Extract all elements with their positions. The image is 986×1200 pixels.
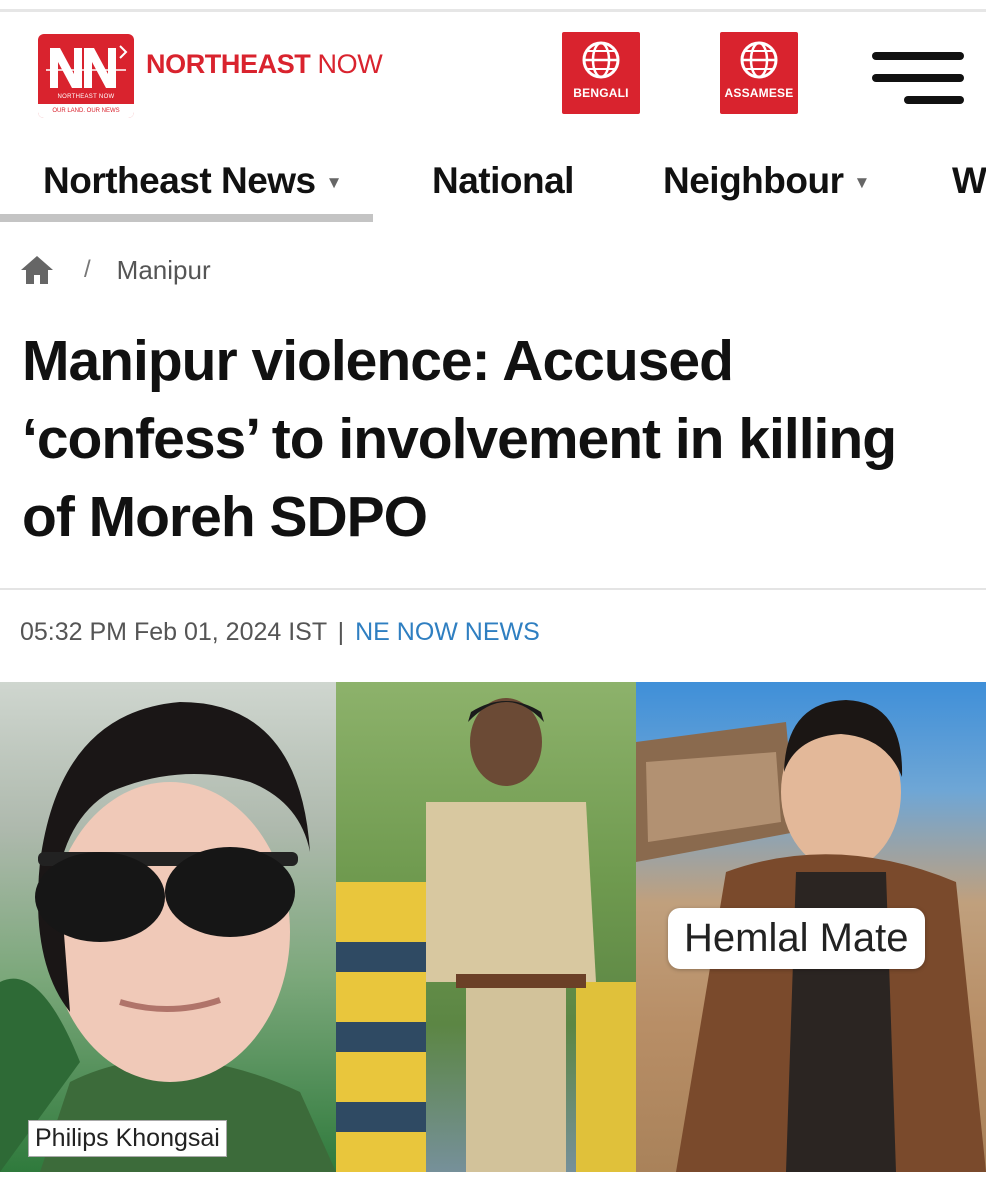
menu-bar-icon [904, 96, 964, 104]
person-illustration [0, 702, 336, 1172]
bengali-edition-button[interactable]: BENGALI [562, 32, 640, 114]
breadcrumb-category[interactable]: Manipur [117, 255, 211, 286]
caption-right: Hemlal Mate [668, 908, 925, 969]
nav-item-national[interactable]: National [432, 160, 574, 202]
nav-item-label: Northeast News [43, 160, 316, 201]
brand-name[interactable]: NORTHEAST NOW [146, 49, 383, 80]
nav-item-label: W [952, 160, 986, 201]
photo-panel-middle [336, 682, 636, 1172]
logo-small-text: NORTHEAST NOW [57, 94, 115, 100]
globe-icon [582, 41, 620, 79]
breadcrumb: / Manipur [20, 250, 211, 290]
caret-down-icon: ▼ [853, 173, 870, 193]
hamburger-menu-button[interactable] [868, 48, 964, 108]
nav-item-northeast-news[interactable]: Northeast News ▼ [43, 160, 342, 202]
globe-icon [740, 41, 778, 79]
article-headline: Manipur violence: Accused ‘confess’ to i… [22, 329, 897, 549]
article-source-link[interactable]: NE NOW NEWS [355, 618, 540, 646]
nav-item-label: National [432, 160, 574, 201]
site-header: NORTHEAST NOW OUR LAND. OUR NEWS NORTHEA… [0, 12, 986, 134]
photo-panel-left: Philips Khongsai [0, 682, 336, 1172]
menu-bar-icon [872, 74, 964, 82]
assamese-label: ASSAMESE [724, 86, 794, 100]
assamese-edition-button[interactable]: ASSAMESE [720, 32, 798, 114]
site-logo[interactable]: NORTHEAST NOW OUR LAND. OUR NEWS [38, 34, 134, 118]
nav-item-label: Neighbour [663, 160, 844, 201]
main-nav: Northeast News ▼ National Neighbour ▼ W [0, 134, 986, 224]
meta-separator: | [337, 618, 345, 646]
caption-left: Philips Khongsai [28, 1120, 227, 1157]
person-illustration [336, 698, 636, 1172]
nav-item-truncated[interactable]: W [952, 160, 986, 202]
article-meta: 05:32 PM Feb 01, 2024 IST | NE NOW NEWS [20, 618, 540, 647]
brand-name-light: NOW [317, 49, 383, 79]
active-tab-indicator [0, 214, 373, 222]
menu-bar-icon [872, 52, 964, 60]
bengali-label: BENGALI [573, 86, 629, 100]
home-icon[interactable] [20, 254, 54, 286]
breadcrumb-separator: / [84, 256, 91, 283]
logo-tagline: OUR LAND. OUR NEWS [38, 104, 134, 118]
brand-name-bold: NORTHEAST [146, 49, 311, 79]
caret-down-icon: ▼ [325, 173, 343, 193]
nn-logo-icon [46, 45, 128, 88]
divider [0, 588, 986, 590]
nav-item-neighbour[interactable]: Neighbour ▼ [663, 160, 870, 202]
article-photo: Philips Khongsai Hemlal Mate [0, 682, 986, 1172]
article-timestamp: 05:32 PM Feb 01, 2024 IST [20, 618, 327, 646]
